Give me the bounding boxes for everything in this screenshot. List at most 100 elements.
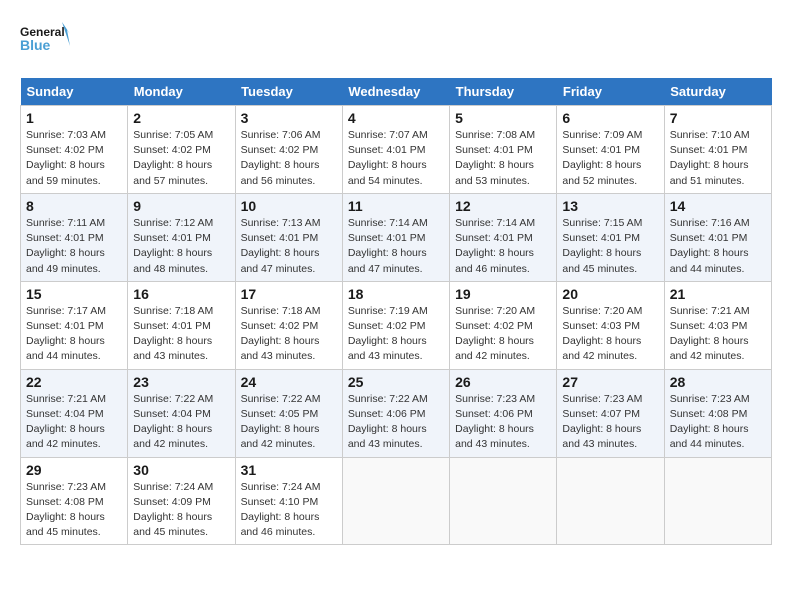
day-number: 26 xyxy=(455,374,551,390)
calendar-week-row: 29 Sunrise: 7:23 AM Sunset: 4:08 PM Dayli… xyxy=(21,457,772,545)
logo-svg: General Blue xyxy=(20,20,70,62)
calendar-cell: 10 Sunrise: 7:13 AM Sunset: 4:01 PM Dayli… xyxy=(235,193,342,281)
calendar-cell xyxy=(342,457,449,545)
day-info: Sunrise: 7:24 AM Sunset: 4:09 PM Dayligh… xyxy=(133,480,229,541)
calendar-cell: 4 Sunrise: 7:07 AM Sunset: 4:01 PM Daylig… xyxy=(342,106,449,194)
column-header-tuesday: Tuesday xyxy=(235,78,342,106)
calendar-week-row: 1 Sunrise: 7:03 AM Sunset: 4:02 PM Daylig… xyxy=(21,106,772,194)
calendar-cell: 5 Sunrise: 7:08 AM Sunset: 4:01 PM Daylig… xyxy=(450,106,557,194)
day-number: 4 xyxy=(348,110,444,126)
day-number: 29 xyxy=(26,462,122,478)
day-number: 28 xyxy=(670,374,766,390)
calendar-cell: 17 Sunrise: 7:18 AM Sunset: 4:02 PM Dayli… xyxy=(235,281,342,369)
column-header-sunday: Sunday xyxy=(21,78,128,106)
day-info: Sunrise: 7:23 AM Sunset: 4:08 PM Dayligh… xyxy=(26,480,122,541)
day-info: Sunrise: 7:10 AM Sunset: 4:01 PM Dayligh… xyxy=(670,128,766,189)
day-number: 5 xyxy=(455,110,551,126)
calendar-cell: 24Sunrise: 7:22 AM Sunset: 4:05 PM Dayli… xyxy=(235,369,342,457)
calendar-cell: 11Sunrise: 7:14 AM Sunset: 4:01 PM Dayli… xyxy=(342,193,449,281)
day-number: 30 xyxy=(133,462,229,478)
day-info: Sunrise: 7:13 AM Sunset: 4:01 PM Dayligh… xyxy=(241,216,337,277)
calendar-header-row: SundayMondayTuesdayWednesdayThursdayFrid… xyxy=(21,78,772,106)
day-number: 6 xyxy=(562,110,658,126)
day-info: Sunrise: 7:19 AM Sunset: 4:02 PM Dayligh… xyxy=(348,304,444,365)
day-info: Sunrise: 7:09 AM Sunset: 4:01 PM Dayligh… xyxy=(562,128,658,189)
calendar-cell: 18 Sunrise: 7:19 AM Sunset: 4:02 PM Dayli… xyxy=(342,281,449,369)
column-header-monday: Monday xyxy=(128,78,235,106)
day-number: 20 xyxy=(562,286,658,302)
day-info: Sunrise: 7:08 AM Sunset: 4:01 PM Dayligh… xyxy=(455,128,551,189)
calendar-week-row: 15 Sunrise: 7:17 AM Sunset: 4:01 PM Dayli… xyxy=(21,281,772,369)
day-info: Sunrise: 7:14 AM Sunset: 4:01 PM Dayligh… xyxy=(455,216,551,277)
day-info: Sunrise: 7:21 AM Sunset: 4:04 PM Dayligh… xyxy=(26,392,122,453)
calendar-cell: 7 Sunrise: 7:10 AM Sunset: 4:01 PM Daylig… xyxy=(664,106,771,194)
calendar-cell: 30 Sunrise: 7:24 AM Sunset: 4:09 PM Dayli… xyxy=(128,457,235,545)
calendar-cell: 2 Sunrise: 7:05 AM Sunset: 4:02 PM Daylig… xyxy=(128,106,235,194)
day-number: 18 xyxy=(348,286,444,302)
day-number: 9 xyxy=(133,198,229,214)
day-number: 13 xyxy=(562,198,658,214)
day-info: Sunrise: 7:11 AM Sunset: 4:01 PM Dayligh… xyxy=(26,216,122,277)
calendar-cell: 14 Sunrise: 7:16 AM Sunset: 4:01 PM Dayli… xyxy=(664,193,771,281)
day-number: 11 xyxy=(348,198,444,214)
column-header-wednesday: Wednesday xyxy=(342,78,449,106)
day-number: 3 xyxy=(241,110,337,126)
day-number: 10 xyxy=(241,198,337,214)
day-number: 25 xyxy=(348,374,444,390)
day-info: Sunrise: 7:16 AM Sunset: 4:01 PM Dayligh… xyxy=(670,216,766,277)
calendar-week-row: 8 Sunrise: 7:11 AM Sunset: 4:01 PM Daylig… xyxy=(21,193,772,281)
calendar-cell: 12 Sunrise: 7:14 AM Sunset: 4:01 PM Dayli… xyxy=(450,193,557,281)
day-info: Sunrise: 7:23 AM Sunset: 4:07 PM Dayligh… xyxy=(562,392,658,453)
day-number: 27 xyxy=(562,374,658,390)
calendar-cell xyxy=(664,457,771,545)
day-number: 15 xyxy=(26,286,122,302)
calendar-cell: 9Sunrise: 7:12 AM Sunset: 4:01 PM Daylig… xyxy=(128,193,235,281)
calendar-cell: 26 Sunrise: 7:23 AM Sunset: 4:06 PM Dayli… xyxy=(450,369,557,457)
column-header-saturday: Saturday xyxy=(664,78,771,106)
calendar-cell: 3 Sunrise: 7:06 AM Sunset: 4:02 PM Daylig… xyxy=(235,106,342,194)
day-info: Sunrise: 7:18 AM Sunset: 4:01 PM Dayligh… xyxy=(133,304,229,365)
day-number: 1 xyxy=(26,110,122,126)
day-number: 23 xyxy=(133,374,229,390)
calendar-week-row: 22 Sunrise: 7:21 AM Sunset: 4:04 PM Dayli… xyxy=(21,369,772,457)
day-number: 16 xyxy=(133,286,229,302)
day-info: Sunrise: 7:06 AM Sunset: 4:02 PM Dayligh… xyxy=(241,128,337,189)
day-info: Sunrise: 7:22 AM Sunset: 4:06 PM Dayligh… xyxy=(348,392,444,453)
column-header-friday: Friday xyxy=(557,78,664,106)
day-info: Sunrise: 7:22 AM Sunset: 4:04 PM Dayligh… xyxy=(133,392,229,453)
day-info: Sunrise: 7:23 AM Sunset: 4:08 PM Dayligh… xyxy=(670,392,766,453)
day-info: Sunrise: 7:18 AM Sunset: 4:02 PM Dayligh… xyxy=(241,304,337,365)
calendar-cell xyxy=(557,457,664,545)
day-info: Sunrise: 7:03 AM Sunset: 4:02 PM Dayligh… xyxy=(26,128,122,189)
calendar-cell xyxy=(450,457,557,545)
day-info: Sunrise: 7:22 AM Sunset: 4:05 PM Dayligh… xyxy=(241,392,337,453)
calendar-cell: 8 Sunrise: 7:11 AM Sunset: 4:01 PM Daylig… xyxy=(21,193,128,281)
day-number: 21 xyxy=(670,286,766,302)
calendar-cell: 27 Sunrise: 7:23 AM Sunset: 4:07 PM Dayli… xyxy=(557,369,664,457)
day-info: Sunrise: 7:17 AM Sunset: 4:01 PM Dayligh… xyxy=(26,304,122,365)
calendar-cell: 28 Sunrise: 7:23 AM Sunset: 4:08 PM Dayli… xyxy=(664,369,771,457)
calendar-cell: 13Sunrise: 7:15 AM Sunset: 4:01 PM Dayli… xyxy=(557,193,664,281)
day-info: Sunrise: 7:23 AM Sunset: 4:06 PM Dayligh… xyxy=(455,392,551,453)
day-number: 8 xyxy=(26,198,122,214)
day-number: 2 xyxy=(133,110,229,126)
day-info: Sunrise: 7:24 AM Sunset: 4:10 PM Dayligh… xyxy=(241,480,337,541)
calendar-cell: 16 Sunrise: 7:18 AM Sunset: 4:01 PM Dayli… xyxy=(128,281,235,369)
calendar-cell: 31Sunrise: 7:24 AM Sunset: 4:10 PM Dayli… xyxy=(235,457,342,545)
calendar-cell: 19Sunrise: 7:20 AM Sunset: 4:02 PM Dayli… xyxy=(450,281,557,369)
calendar-cell: 1 Sunrise: 7:03 AM Sunset: 4:02 PM Daylig… xyxy=(21,106,128,194)
day-info: Sunrise: 7:05 AM Sunset: 4:02 PM Dayligh… xyxy=(133,128,229,189)
day-number: 17 xyxy=(241,286,337,302)
calendar-cell: 29 Sunrise: 7:23 AM Sunset: 4:08 PM Dayli… xyxy=(21,457,128,545)
day-number: 7 xyxy=(670,110,766,126)
calendar-cell: 15 Sunrise: 7:17 AM Sunset: 4:01 PM Dayli… xyxy=(21,281,128,369)
day-number: 22 xyxy=(26,374,122,390)
day-number: 14 xyxy=(670,198,766,214)
calendar-cell: 25 Sunrise: 7:22 AM Sunset: 4:06 PM Dayli… xyxy=(342,369,449,457)
calendar-table: SundayMondayTuesdayWednesdayThursdayFrid… xyxy=(20,78,772,545)
day-info: Sunrise: 7:21 AM Sunset: 4:03 PM Dayligh… xyxy=(670,304,766,365)
column-header-thursday: Thursday xyxy=(450,78,557,106)
day-info: Sunrise: 7:07 AM Sunset: 4:01 PM Dayligh… xyxy=(348,128,444,189)
day-number: 12 xyxy=(455,198,551,214)
day-info: Sunrise: 7:20 AM Sunset: 4:03 PM Dayligh… xyxy=(562,304,658,365)
